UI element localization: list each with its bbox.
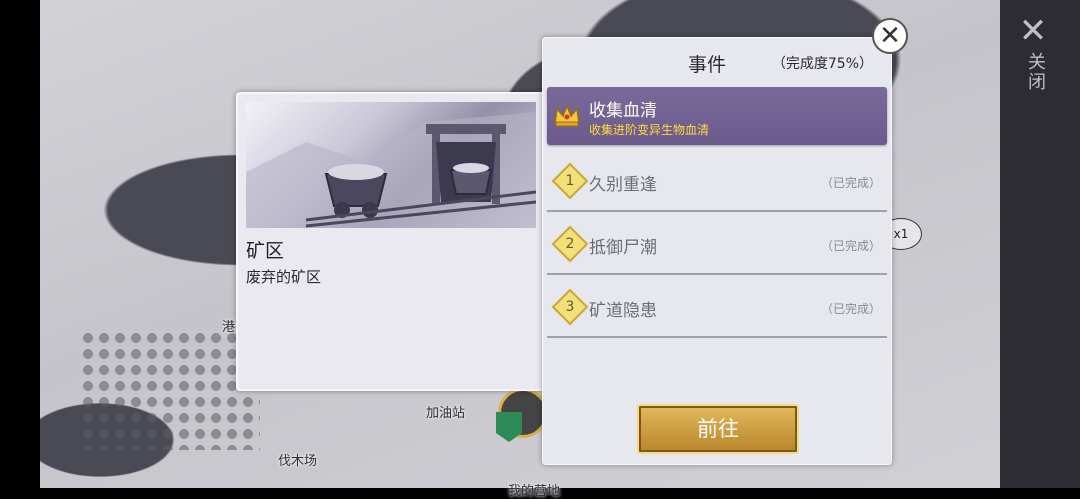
location-info-card: 矿区 废弃的矿区: [236, 92, 546, 391]
map-label-my-camp[interactable]: 我的营地: [508, 480, 560, 499]
forest-area: [80, 330, 260, 450]
event-status: （已完成）: [820, 176, 881, 190]
event-number: 2: [565, 236, 575, 252]
map-label-lumber-yard[interactable]: 伐木场: [278, 450, 317, 469]
event-item-3[interactable]: 3 矿道隐患 （已完成）: [547, 280, 887, 338]
go-button[interactable]: 前往: [637, 404, 799, 454]
close-icon[interactable]: ✕: [1016, 14, 1050, 48]
mine-illustration: [246, 102, 536, 228]
location-description: 废弃的矿区: [246, 268, 322, 286]
map-label-gas-station[interactable]: 加油站: [426, 402, 465, 421]
close-label[interactable]: 关闭: [1020, 52, 1046, 92]
event-status: （已完成）: [820, 302, 881, 316]
location-title: 矿区: [246, 240, 285, 262]
event-progress: （完成度75%）: [771, 56, 873, 72]
close-icon[interactable]: ✕: [872, 18, 908, 54]
event-name: 抵御尸潮: [589, 238, 657, 258]
event-panel-title: 事件: [688, 54, 727, 76]
active-event-description: 收集进阶变异生物血清: [589, 123, 710, 137]
event-item-2[interactable]: 2 抵御尸潮 （已完成）: [547, 217, 887, 275]
event-panel: 事件 （完成度75%） 收集血清 收集进阶变异生物血清 1 久别重逢 （已完成）…: [542, 37, 892, 465]
event-name: 久别重逢: [589, 175, 657, 195]
active-event-item[interactable]: 收集血清 收集进阶变异生物血清: [547, 87, 887, 145]
event-item-1[interactable]: 1 久别重逢 （已完成）: [547, 154, 887, 212]
event-status: （已完成）: [820, 239, 881, 253]
active-event-name: 收集血清: [589, 101, 657, 121]
event-name: 矿道隐患: [589, 301, 657, 321]
event-number: 3: [565, 299, 575, 315]
event-number: 1: [565, 173, 575, 189]
crown-icon: [554, 103, 580, 127]
